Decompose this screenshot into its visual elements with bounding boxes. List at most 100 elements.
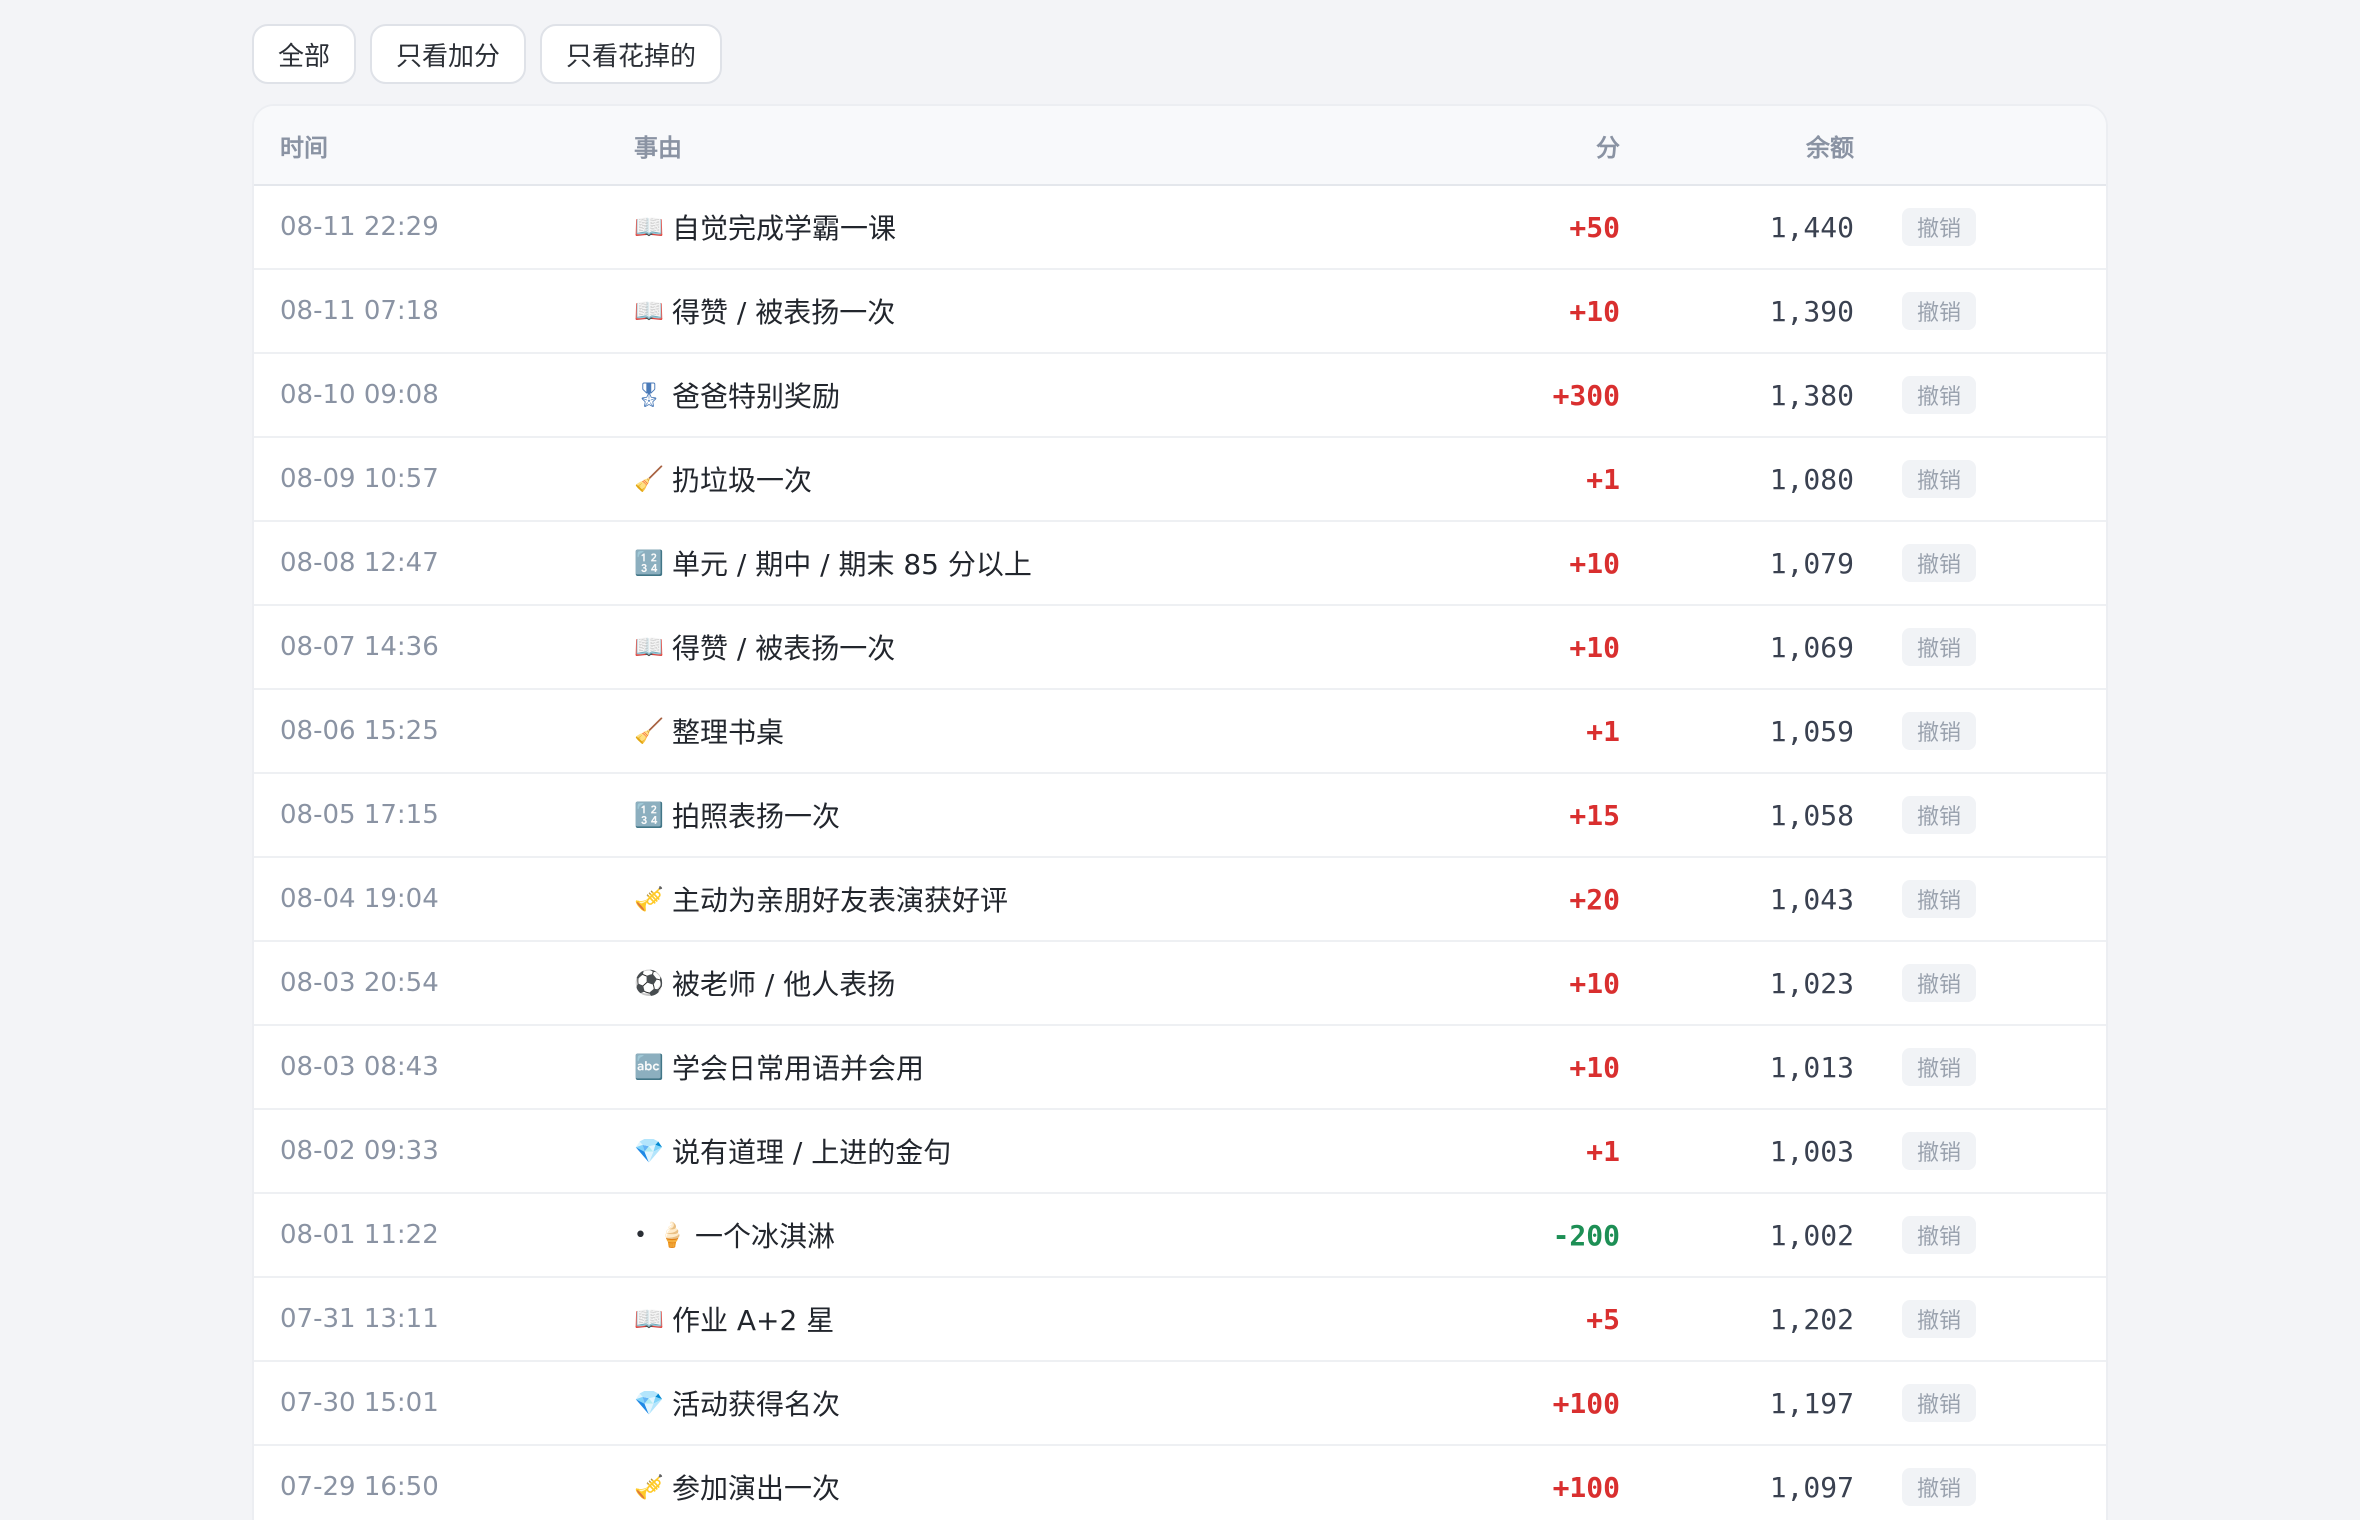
undo-button[interactable]: 撤销 <box>1902 292 1977 330</box>
bullet: • <box>634 1222 647 1248</box>
row-reason-text: 拍照表扬一次 <box>672 800 841 833</box>
row-action-cell: 撤销 <box>1902 1362 2022 1444</box>
trumpet-icon: 🎺 <box>634 885 664 913</box>
row-time: 08-08 12:47 <box>280 548 439 578</box>
undo-button[interactable]: 撤销 <box>1902 1300 1977 1338</box>
row-time: 08-07 14:36 <box>280 632 439 662</box>
soccer-ball-icon: ⚽ <box>634 969 664 997</box>
table-row: 08-10 09:08 🎖 爸爸特别奖励 +300 1,380 撤销 <box>254 354 2106 438</box>
row-delta-cell: +100 <box>1254 1446 1620 1520</box>
row-action-cell: 撤销 <box>1902 1278 2022 1360</box>
row-delta-cell: +10 <box>1254 522 1620 604</box>
row-balance: 1,013 <box>1769 1050 1854 1084</box>
row-balance-cell: 1,059 <box>1654 690 1854 772</box>
header-time: 时间 <box>280 133 328 162</box>
row-reason-text: 活动获得名次 <box>672 1388 841 1421</box>
row-action-cell: 撤销 <box>1902 354 2022 436</box>
row-reason-text: 说有道理 / 上进的金句 <box>672 1136 952 1169</box>
row-delta-cell: -200 <box>1254 1194 1620 1276</box>
undo-button[interactable]: 撤销 <box>1902 712 1977 750</box>
row-delta: +10 <box>1569 966 1620 1000</box>
gem-icon: 💎 <box>634 1389 664 1417</box>
row-reason-text: 参加演出一次 <box>672 1472 841 1505</box>
row-time: 08-09 10:57 <box>280 464 439 494</box>
undo-button[interactable]: 撤销 <box>1902 796 1977 834</box>
filter-earned-button[interactable]: 只看加分 <box>370 24 527 84</box>
row-action-cell: 撤销 <box>1902 858 2022 940</box>
broom-icon: 🧹 <box>634 717 664 745</box>
table-body: 08-11 22:29 📖 自觉完成学霸一课 +50 1,440 撤销 08-1… <box>254 186 2106 1520</box>
row-balance: 1,058 <box>1769 798 1854 832</box>
row-balance: 1,390 <box>1769 294 1854 328</box>
row-reason-text: 扔垃圾一次 <box>672 464 813 497</box>
row-reason-text: 一个冰淇淋 <box>694 1220 835 1253</box>
undo-button[interactable]: 撤销 <box>1902 544 1977 582</box>
row-action-cell: 撤销 <box>1902 1194 2022 1276</box>
row-time: 07-29 16:50 <box>280 1472 439 1502</box>
table-row: 08-11 22:29 📖 自觉完成学霸一课 +50 1,440 撤销 <box>254 186 2106 270</box>
row-balance: 1,080 <box>1769 462 1854 496</box>
row-reason-text: 爸爸特别奖励 <box>672 380 841 413</box>
table-header: 时间 事由 分 余额 <box>254 106 2106 186</box>
row-reason-text: 得赞 / 被表扬一次 <box>672 296 896 329</box>
undo-button[interactable]: 撤销 <box>1902 880 1977 918</box>
table-row: 08-03 08:43 🔤 学会日常用语并会用 +10 1,013 撤销 <box>254 1026 2106 1110</box>
header-delta: 分 <box>1596 133 1620 162</box>
row-delta-cell: +300 <box>1254 354 1620 436</box>
row-reason-text: 整理书桌 <box>672 716 785 749</box>
row-action-cell: 撤销 <box>1902 270 2022 352</box>
row-balance: 1,097 <box>1769 1470 1854 1504</box>
row-balance-cell: 1,197 <box>1654 1362 1854 1444</box>
table-row: 07-29 16:50 🎺 参加演出一次 +100 1,097 撤销 <box>254 1446 2106 1520</box>
table-row: 08-06 15:25 🧹 整理书桌 +1 1,059 撤销 <box>254 690 2106 774</box>
undo-button[interactable]: 撤销 <box>1902 628 1977 666</box>
row-delta: +10 <box>1569 1050 1620 1084</box>
row-action-cell: 撤销 <box>1902 942 2022 1024</box>
undo-button[interactable]: 撤销 <box>1902 1216 1977 1254</box>
row-delta: +20 <box>1569 882 1620 916</box>
row-delta-cell: +15 <box>1254 774 1620 856</box>
row-balance-cell: 1,380 <box>1654 354 1854 436</box>
row-reason-text: 单元 / 期中 / 期末 85 分以上 <box>672 548 1032 581</box>
row-delta: +10 <box>1569 630 1620 664</box>
undo-button[interactable]: 撤销 <box>1902 1048 1977 1086</box>
numbers-icon: 🔢 <box>634 801 664 829</box>
undo-button[interactable]: 撤销 <box>1902 208 1977 246</box>
row-action-cell: 撤销 <box>1902 690 2022 772</box>
row-reason-text: 被老师 / 他人表扬 <box>672 968 896 1001</box>
row-delta-cell: +100 <box>1254 1362 1620 1444</box>
undo-button[interactable]: 撤销 <box>1902 1132 1977 1170</box>
row-delta: +1 <box>1586 462 1620 496</box>
row-balance: 1,069 <box>1769 630 1854 664</box>
row-delta: -200 <box>1552 1218 1620 1252</box>
abc-icon: 🔤 <box>634 1053 664 1081</box>
row-balance: 1,380 <box>1769 378 1854 412</box>
numbers-icon: 🔢 <box>634 549 664 577</box>
row-balance-cell: 1,440 <box>1654 186 1854 268</box>
row-balance: 1,202 <box>1769 1302 1854 1336</box>
undo-button[interactable]: 撤销 <box>1902 460 1977 498</box>
trumpet-icon: 🎺 <box>634 1473 664 1501</box>
ice-cream-icon: 🍦 <box>657 1221 687 1249</box>
row-delta-cell: +50 <box>1254 186 1620 268</box>
row-time: 08-11 07:18 <box>280 296 439 326</box>
table-row: 08-09 10:57 🧹 扔垃圾一次 +1 1,080 撤销 <box>254 438 2106 522</box>
row-time: 08-02 09:33 <box>280 1136 439 1166</box>
ledger-table: 时间 事由 分 余额 08-11 22:29 📖 自觉完成学霸一课 +50 1,… <box>252 104 2108 1520</box>
undo-button[interactable]: 撤销 <box>1902 964 1977 1002</box>
row-balance: 1,043 <box>1769 882 1854 916</box>
row-balance-cell: 1,058 <box>1654 774 1854 856</box>
row-balance-cell: 1,069 <box>1654 606 1854 688</box>
filter-spent-button[interactable]: 只看花掉的 <box>540 24 723 84</box>
broom-icon: 🧹 <box>634 465 664 493</box>
undo-button[interactable]: 撤销 <box>1902 1384 1977 1422</box>
book-icon: 📖 <box>634 213 664 241</box>
filter-all-button[interactable]: 全部 <box>252 24 357 84</box>
row-delta: +50 <box>1569 210 1620 244</box>
points-ledger-page: 全部 只看加分 只看花掉的 时间 事由 分 余额 08-11 22:29 📖 自… <box>0 0 2360 1520</box>
table-row: 07-30 15:01 💎 活动获得名次 +100 1,197 撤销 <box>254 1362 2106 1446</box>
row-delta: +15 <box>1569 798 1620 832</box>
undo-button[interactable]: 撤销 <box>1902 376 1977 414</box>
undo-button[interactable]: 撤销 <box>1902 1468 1977 1506</box>
row-reason-text: 自觉完成学霸一课 <box>672 212 897 245</box>
